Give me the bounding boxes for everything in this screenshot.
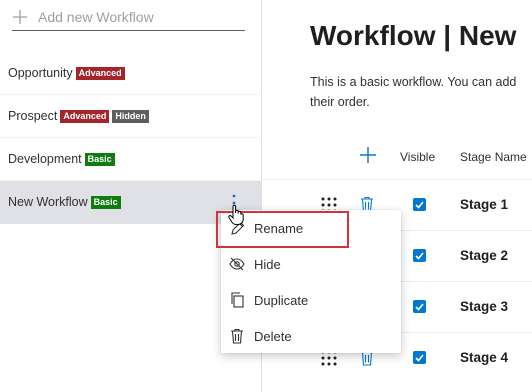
check-icon [415,353,424,362]
check-icon [415,251,424,260]
duplicate-icon [229,292,245,308]
workflow-item-label: Prospect [8,109,58,123]
workflow-item-prospect[interactable]: Prospect Advanced Hidden [0,95,262,138]
column-header-stage-name: Stage Name [460,150,527,164]
workflow-description: This is a basic workflow. You can add th… [310,75,517,109]
hidden-badge: Hidden [112,109,149,123]
menu-item-delete[interactable]: Delete [221,318,401,354]
menu-item-duplicate[interactable]: Duplicate [221,282,401,318]
hand-cursor-icon [228,204,244,225]
add-workflow-placeholder: Add new Workflow [38,9,154,25]
stage-name: Stage 1 [460,197,509,212]
advanced-badge: Advanced [60,109,110,123]
check-icon [415,200,424,209]
check-icon [415,302,424,311]
menu-item-label: Delete [254,328,292,344]
visible-checkbox[interactable] [413,300,426,313]
add-stage-icon[interactable] [359,146,377,164]
delete-icon [229,328,245,344]
page-title: Workflow | New [310,20,517,51]
workflow-item-label: New Workflow [8,195,88,209]
column-header-visible: Visible [400,150,436,164]
workflow-item-development[interactable]: Development Basic [0,138,262,181]
workflow-item-label: Opportunity [8,66,73,80]
stage-name: Stage 4 [460,350,509,365]
stage-name: Stage 2 [460,248,509,263]
workflow-list: Opportunity Advanced Prospect Advanced H… [0,52,262,224]
basic-badge: Basic [90,195,121,209]
plus-icon [13,10,27,24]
stage-name: Stage 3 [460,299,509,314]
visible-checkbox[interactable] [413,249,426,262]
menu-item-label: Hide [254,256,281,272]
menu-item-hide[interactable]: Hide [221,246,401,282]
advanced-badge: Advanced [75,66,125,80]
workflow-item-opportunity[interactable]: Opportunity Advanced [0,52,262,95]
workflow-item-label: Development [8,152,82,166]
hide-icon [229,256,245,272]
visible-checkbox[interactable] [413,351,426,364]
menu-item-label: Duplicate [254,292,309,308]
basic-badge: Basic [84,152,115,166]
add-workflow-field[interactable]: Add new Workflow [12,4,245,31]
visible-checkbox[interactable] [413,198,426,211]
